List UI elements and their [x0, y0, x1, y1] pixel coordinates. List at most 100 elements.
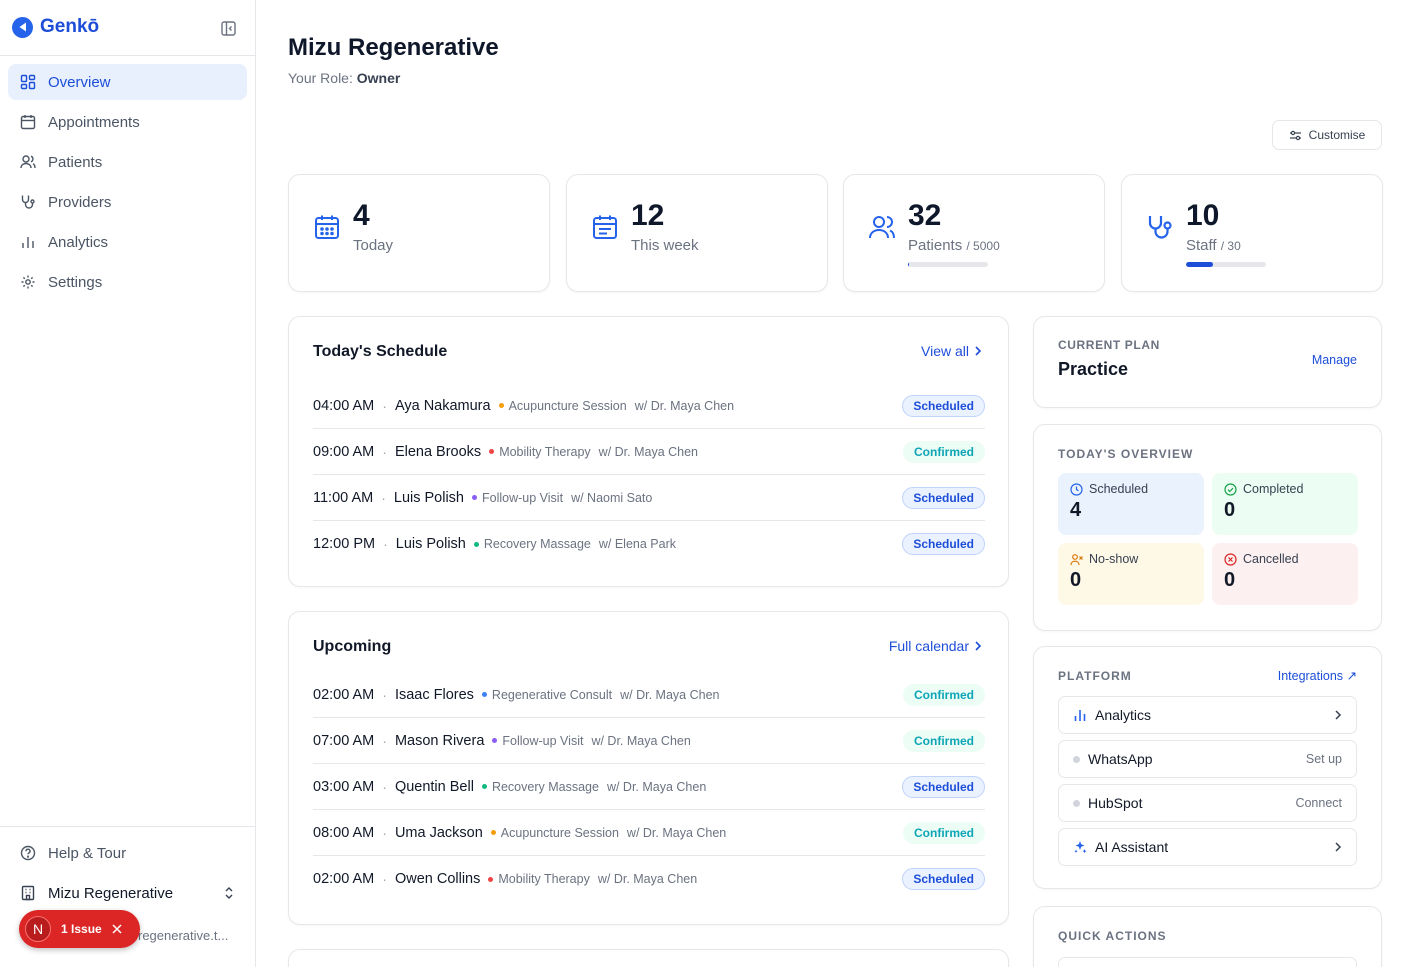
role-prefix: Your Role:: [288, 70, 353, 86]
tile-value: 0: [1224, 569, 1236, 591]
patient-name[interactable]: Elena Brooks: [395, 444, 481, 460]
stat-label-row: Staff / 30: [1186, 237, 1241, 254]
customise-button[interactable]: Customise: [1272, 120, 1382, 150]
overview-tile-completed[interactable]: Completed 0: [1212, 473, 1358, 535]
separator-dot: ·: [383, 536, 388, 552]
platform-item-hubspot[interactable]: HubSpot Connect: [1058, 784, 1357, 822]
building-icon: [21, 885, 35, 901]
sidebar-collapse-icon[interactable]: [220, 20, 237, 37]
service-tag: Recovery Massage: [473, 537, 591, 551]
sidebar-item-overview[interactable]: Overview: [8, 64, 247, 100]
patient-name[interactable]: Mason Rivera: [395, 733, 484, 749]
calendar-icon: [20, 115, 36, 130]
status-badge: Scheduled: [902, 394, 985, 417]
todays-overview-card: TODAY'S OVERVIEW Scheduled 4 Completed 0…: [1033, 424, 1382, 631]
patient-name[interactable]: Luis Polish: [394, 490, 464, 506]
patient-name[interactable]: Uma Jackson: [395, 825, 483, 841]
quick-actions-card: QUICK ACTIONS: [1033, 906, 1382, 967]
overview-tile-scheduled[interactable]: Scheduled 4: [1058, 473, 1204, 535]
separator-dot: ·: [381, 489, 386, 506]
sidebar-divider: [0, 55, 255, 56]
appointment-time: 03:00 AM: [313, 778, 375, 795]
service-name: Follow-up Visit: [482, 490, 564, 505]
integrations-link[interactable]: Integrations ↗: [1278, 668, 1357, 683]
org-name: Mizu Regenerative: [48, 884, 174, 902]
appointment-time: 11:00 AM: [313, 489, 374, 506]
stat-card-week[interactable]: 12 This week: [566, 174, 828, 292]
card-title: Today's Schedule: [313, 343, 448, 360]
check-circle-icon: [1224, 482, 1237, 496]
tile-label: Completed: [1243, 482, 1304, 496]
stat-value: 12: [631, 199, 665, 232]
connect-button[interactable]: Connect: [1295, 796, 1342, 810]
platform-item-label: HubSpot: [1088, 795, 1143, 811]
provider-name: w/ Dr. Maya Chen: [626, 825, 727, 840]
tile-label: Cancelled: [1243, 552, 1299, 566]
close-icon[interactable]: [112, 924, 122, 934]
tile-value: 0: [1224, 499, 1236, 521]
x-circle-icon: [1224, 552, 1237, 566]
link-label: Full calendar: [888, 638, 969, 654]
service-tag: Acupuncture Session: [490, 826, 619, 840]
org-switcher[interactable]: Mizu Regenerative: [8, 875, 247, 911]
appointment-row[interactable]: 04:00 AM · Aya Nakamura Acupuncture Session…: [313, 383, 985, 429]
full-calendar-link[interactable]: Full calendar: [889, 638, 982, 654]
sidebar-item-settings[interactable]: Settings: [8, 264, 247, 300]
sidebar-item-label: Analytics: [48, 233, 109, 251]
service-tag: Regenerative Consult: [481, 688, 612, 702]
service-color-dot-icon: [492, 738, 498, 743]
overview-tile-noshow[interactable]: No-show 0: [1058, 543, 1204, 605]
service-name: Recovery Massage: [491, 779, 599, 794]
appointment-row[interactable]: 09:00 AM · Elena Brooks Mobility Therapy w/ …: [313, 429, 985, 475]
patient-name[interactable]: Luis Polish: [396, 536, 466, 552]
overview-tile-cancelled[interactable]: Cancelled 0: [1212, 543, 1358, 605]
quick-action-item[interactable]: [1058, 957, 1357, 967]
view-all-link[interactable]: View all: [921, 343, 982, 359]
platform-eyebrow: PLATFORM: [1058, 669, 1132, 683]
sidebar-item-providers[interactable]: Providers: [8, 184, 247, 220]
appointment-time: 02:00 AM: [313, 686, 375, 703]
platform-item-analytics[interactable]: Analytics: [1058, 696, 1357, 734]
plan-name: Practice: [1058, 359, 1129, 379]
tile-label: Scheduled: [1089, 482, 1149, 496]
platform-item-ai-assistant[interactable]: AI Assistant: [1058, 828, 1357, 866]
stat-card-today[interactable]: 4 Today: [288, 174, 550, 292]
chevron-right-icon: [975, 346, 982, 356]
manage-plan-link[interactable]: Manage: [1312, 353, 1357, 367]
status-badge: Confirmed: [903, 729, 985, 752]
stat-card-patients[interactable]: 32 Patients / 5000: [843, 174, 1105, 292]
service-color-dot-icon: [489, 449, 495, 454]
service-color-dot-icon: [472, 495, 477, 500]
sidebar-item-appointments[interactable]: Appointments: [8, 104, 247, 140]
appointment-row[interactable]: 02:00 AM · Owen Collins Mobility Therapy w/ …: [313, 856, 985, 902]
appointment-row[interactable]: 08:00 AM · Uma Jackson Acupuncture Session w…: [313, 810, 985, 856]
staff-progress-bar: [1186, 262, 1266, 267]
sidebar-item-patients[interactable]: Patients: [8, 144, 247, 180]
patient-name[interactable]: Isaac Flores: [395, 687, 474, 703]
appointment-row[interactable]: 11:00 AM · Luis Polish Follow-up Visit w/ Na…: [313, 475, 985, 521]
patient-name[interactable]: Quentin Bell: [395, 779, 474, 795]
overview-eyebrow: TODAY'S OVERVIEW: [1058, 447, 1194, 461]
appointment-row[interactable]: 03:00 AM · Quentin Bell Recovery Massage w/ …: [313, 764, 985, 810]
issue-toast[interactable]: N 1 Issue: [19, 910, 140, 948]
appointment-row[interactable]: 12:00 PM · Luis Polish Recovery Massage w/ E…: [313, 521, 985, 567]
setup-button[interactable]: Set up: [1306, 752, 1342, 766]
service-tag: Mobility Therapy: [489, 445, 591, 459]
gear-icon: [21, 275, 35, 289]
upcoming-list: 02:00 AM · Isaac Flores Regenerative Consul…: [313, 672, 985, 902]
appointment-row[interactable]: 02:00 AM · Isaac Flores Regenerative Consul…: [313, 672, 985, 718]
stat-card-staff[interactable]: 10 Staff / 30: [1121, 174, 1383, 292]
patient-name[interactable]: Owen Collins: [395, 871, 480, 887]
brand-logo[interactable]: Genkō: [12, 16, 99, 38]
sidebar-item-analytics[interactable]: Analytics: [8, 224, 247, 260]
tile-label: No-show: [1089, 552, 1139, 566]
stat-label: This week: [631, 237, 699, 254]
help-tour-button[interactable]: Help & Tour: [8, 835, 247, 871]
sidebar: Genkō Overview Appointments Patients Pro…: [0, 0, 256, 967]
sidebar-divider: [0, 826, 255, 827]
status-badge: Confirmed: [903, 683, 985, 706]
appointment-row[interactable]: 07:00 AM · Mason Rivera Follow-up Visit w/ D…: [313, 718, 985, 764]
platform-item-whatsapp[interactable]: WhatsApp Set up: [1058, 740, 1357, 778]
patient-name[interactable]: Aya Nakamura: [395, 398, 491, 414]
service-color-dot-icon: [473, 541, 479, 547]
